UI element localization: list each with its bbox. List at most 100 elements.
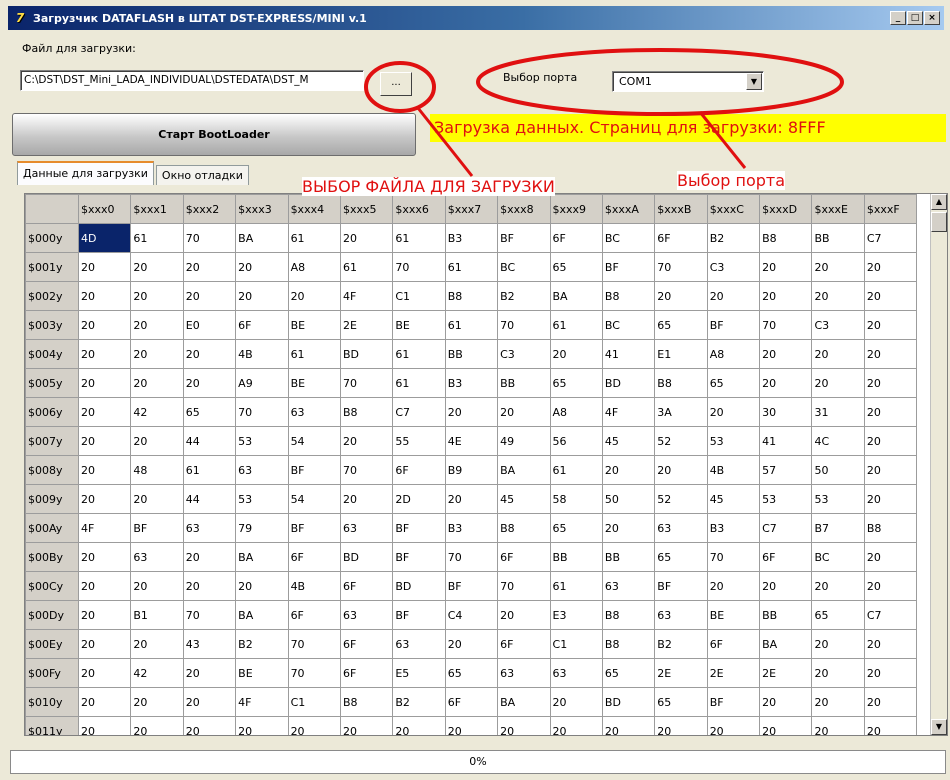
grid-cell[interactable]: BE bbox=[235, 658, 289, 688]
column-header[interactable]: $xxxD bbox=[759, 194, 813, 224]
column-header[interactable]: $xxx6 bbox=[392, 194, 446, 224]
column-header[interactable]: $xxx0 bbox=[77, 194, 132, 224]
grid-cell[interactable]: 6F bbox=[654, 223, 708, 253]
row-header[interactable]: $000y bbox=[25, 223, 79, 253]
grid-cell[interactable]: B3 bbox=[706, 513, 761, 543]
grid-cell[interactable]: 20 bbox=[77, 397, 132, 427]
grid-cell[interactable]: 2E bbox=[759, 658, 813, 688]
minimize-button[interactable]: _ bbox=[890, 11, 906, 25]
grid-cell[interactable]: C7 bbox=[392, 397, 446, 427]
tab-load-data[interactable]: Данные для загрузки bbox=[17, 161, 154, 185]
grid-cell[interactable]: 20 bbox=[863, 310, 918, 340]
row-header[interactable]: $011y bbox=[25, 716, 79, 735]
grid-cell[interactable]: 20 bbox=[811, 252, 865, 282]
grid-cell[interactable]: 20 bbox=[863, 542, 918, 572]
grid-cell[interactable]: 44 bbox=[182, 426, 237, 456]
grid-cell[interactable]: 20 bbox=[759, 687, 813, 717]
row-header[interactable]: $008y bbox=[25, 455, 79, 485]
start-bootloader-button[interactable]: Старт BootLoader bbox=[12, 113, 416, 156]
grid-cell[interactable]: 53 bbox=[811, 484, 865, 514]
grid-cell[interactable]: BA bbox=[759, 629, 813, 659]
grid-cell[interactable]: 53 bbox=[235, 426, 289, 456]
grid-cell[interactable]: 20 bbox=[863, 455, 918, 485]
grid-cell[interactable]: BD bbox=[392, 571, 446, 601]
grid-cell[interactable]: BC bbox=[601, 310, 656, 340]
grid-cell[interactable]: 20 bbox=[811, 658, 865, 688]
grid-cell[interactable]: 20 bbox=[863, 339, 918, 369]
grid-cell[interactable]: 20 bbox=[863, 281, 918, 311]
grid-cell[interactable]: 61 bbox=[549, 571, 603, 601]
grid-cell[interactable]: 65 bbox=[654, 310, 708, 340]
grid-cell[interactable]: 70 bbox=[759, 310, 813, 340]
grid-cell[interactable]: 58 bbox=[549, 484, 603, 514]
grid-cell[interactable]: A9 bbox=[235, 368, 289, 398]
grid-cell[interactable]: A8 bbox=[287, 252, 341, 282]
grid-cell[interactable]: 20 bbox=[235, 281, 289, 311]
grid-cell[interactable]: B8 bbox=[444, 281, 499, 311]
grid-cell[interactable]: BF bbox=[392, 600, 446, 630]
grid-cell[interactable]: 20 bbox=[706, 571, 761, 601]
grid-cell[interactable]: A8 bbox=[549, 397, 603, 427]
grid-cell[interactable]: 20 bbox=[759, 281, 813, 311]
grid-cell[interactable]: BA bbox=[497, 455, 551, 485]
grid-cell[interactable]: 20 bbox=[863, 658, 918, 688]
grid-cell[interactable]: 63 bbox=[549, 658, 603, 688]
grid-cell[interactable]: BE bbox=[287, 310, 341, 340]
grid-cell[interactable]: BF bbox=[654, 571, 708, 601]
grid-cell[interactable]: 20 bbox=[759, 571, 813, 601]
grid-cell[interactable]: 20 bbox=[549, 716, 603, 735]
grid-cell[interactable]: 20 bbox=[549, 339, 603, 369]
grid-cell[interactable]: C7 bbox=[759, 513, 813, 543]
column-header[interactable]: $xxx1 bbox=[130, 194, 184, 224]
grid-cell[interactable]: 2E bbox=[339, 310, 394, 340]
grid-cell[interactable]: 20 bbox=[444, 397, 499, 427]
grid-cell[interactable]: 63 bbox=[287, 397, 341, 427]
scroll-down-arrow-icon[interactable]: ▼ bbox=[931, 719, 947, 735]
grid-cell[interactable]: 70 bbox=[235, 397, 289, 427]
grid-cell[interactable]: 20 bbox=[77, 281, 132, 311]
grid-cell[interactable]: 20 bbox=[77, 658, 132, 688]
row-header[interactable]: $010y bbox=[25, 687, 79, 717]
grid-cell[interactable]: 4F bbox=[601, 397, 656, 427]
row-header[interactable]: $00Cy bbox=[25, 571, 79, 601]
grid-cell[interactable]: 79 bbox=[235, 513, 289, 543]
grid-cell[interactable]: B3 bbox=[444, 368, 499, 398]
grid-cell[interactable]: 4F bbox=[77, 513, 132, 543]
grid-cell[interactable]: BF bbox=[497, 223, 551, 253]
grid-cell[interactable]: 20 bbox=[77, 600, 132, 630]
grid-cell[interactable]: 61 bbox=[444, 252, 499, 282]
grid-cell[interactable]: B2 bbox=[235, 629, 289, 659]
grid-cell[interactable]: A8 bbox=[706, 339, 761, 369]
grid-cell[interactable]: 70 bbox=[182, 223, 237, 253]
grid-cell[interactable]: 20 bbox=[182, 281, 237, 311]
grid-cell[interactable]: 63 bbox=[601, 571, 656, 601]
grid-cell[interactable]: B8 bbox=[339, 687, 394, 717]
grid-cell[interactable]: 20 bbox=[77, 629, 132, 659]
grid-cell[interactable]: C7 bbox=[863, 223, 918, 253]
grid-cell[interactable]: 20 bbox=[654, 716, 708, 735]
grid-cell[interactable]: 57 bbox=[759, 455, 813, 485]
grid-cell[interactable]: B7 bbox=[811, 513, 865, 543]
grid-cell[interactable]: 65 bbox=[654, 542, 708, 572]
grid-cell[interactable]: 44 bbox=[182, 484, 237, 514]
grid-cell[interactable]: BB bbox=[601, 542, 656, 572]
grid-cell[interactable]: BB bbox=[497, 368, 551, 398]
grid-cell[interactable]: 20 bbox=[130, 426, 184, 456]
grid-cell[interactable]: BC bbox=[497, 252, 551, 282]
grid-cell[interactable]: 4E bbox=[444, 426, 499, 456]
browse-button[interactable]: ... bbox=[380, 72, 412, 96]
grid-cell[interactable]: 20 bbox=[811, 716, 865, 735]
row-header[interactable]: $009y bbox=[25, 484, 79, 514]
grid-cell[interactable]: 70 bbox=[497, 571, 551, 601]
grid-cell[interactable]: 45 bbox=[497, 484, 551, 514]
column-header[interactable]: $xxx2 bbox=[182, 194, 237, 224]
vertical-scrollbar[interactable]: ▲ ▼ bbox=[930, 194, 947, 735]
row-header[interactable]: $002y bbox=[25, 281, 79, 311]
grid-cell[interactable]: 70 bbox=[287, 629, 341, 659]
grid-cell[interactable]: 70 bbox=[497, 310, 551, 340]
grid-cell[interactable]: 61 bbox=[549, 455, 603, 485]
grid-cell[interactable]: BB bbox=[811, 223, 865, 253]
grid-cell[interactable]: 43 bbox=[182, 629, 237, 659]
grid-cell[interactable]: 65 bbox=[182, 397, 237, 427]
grid-cell[interactable]: 20 bbox=[77, 368, 132, 398]
